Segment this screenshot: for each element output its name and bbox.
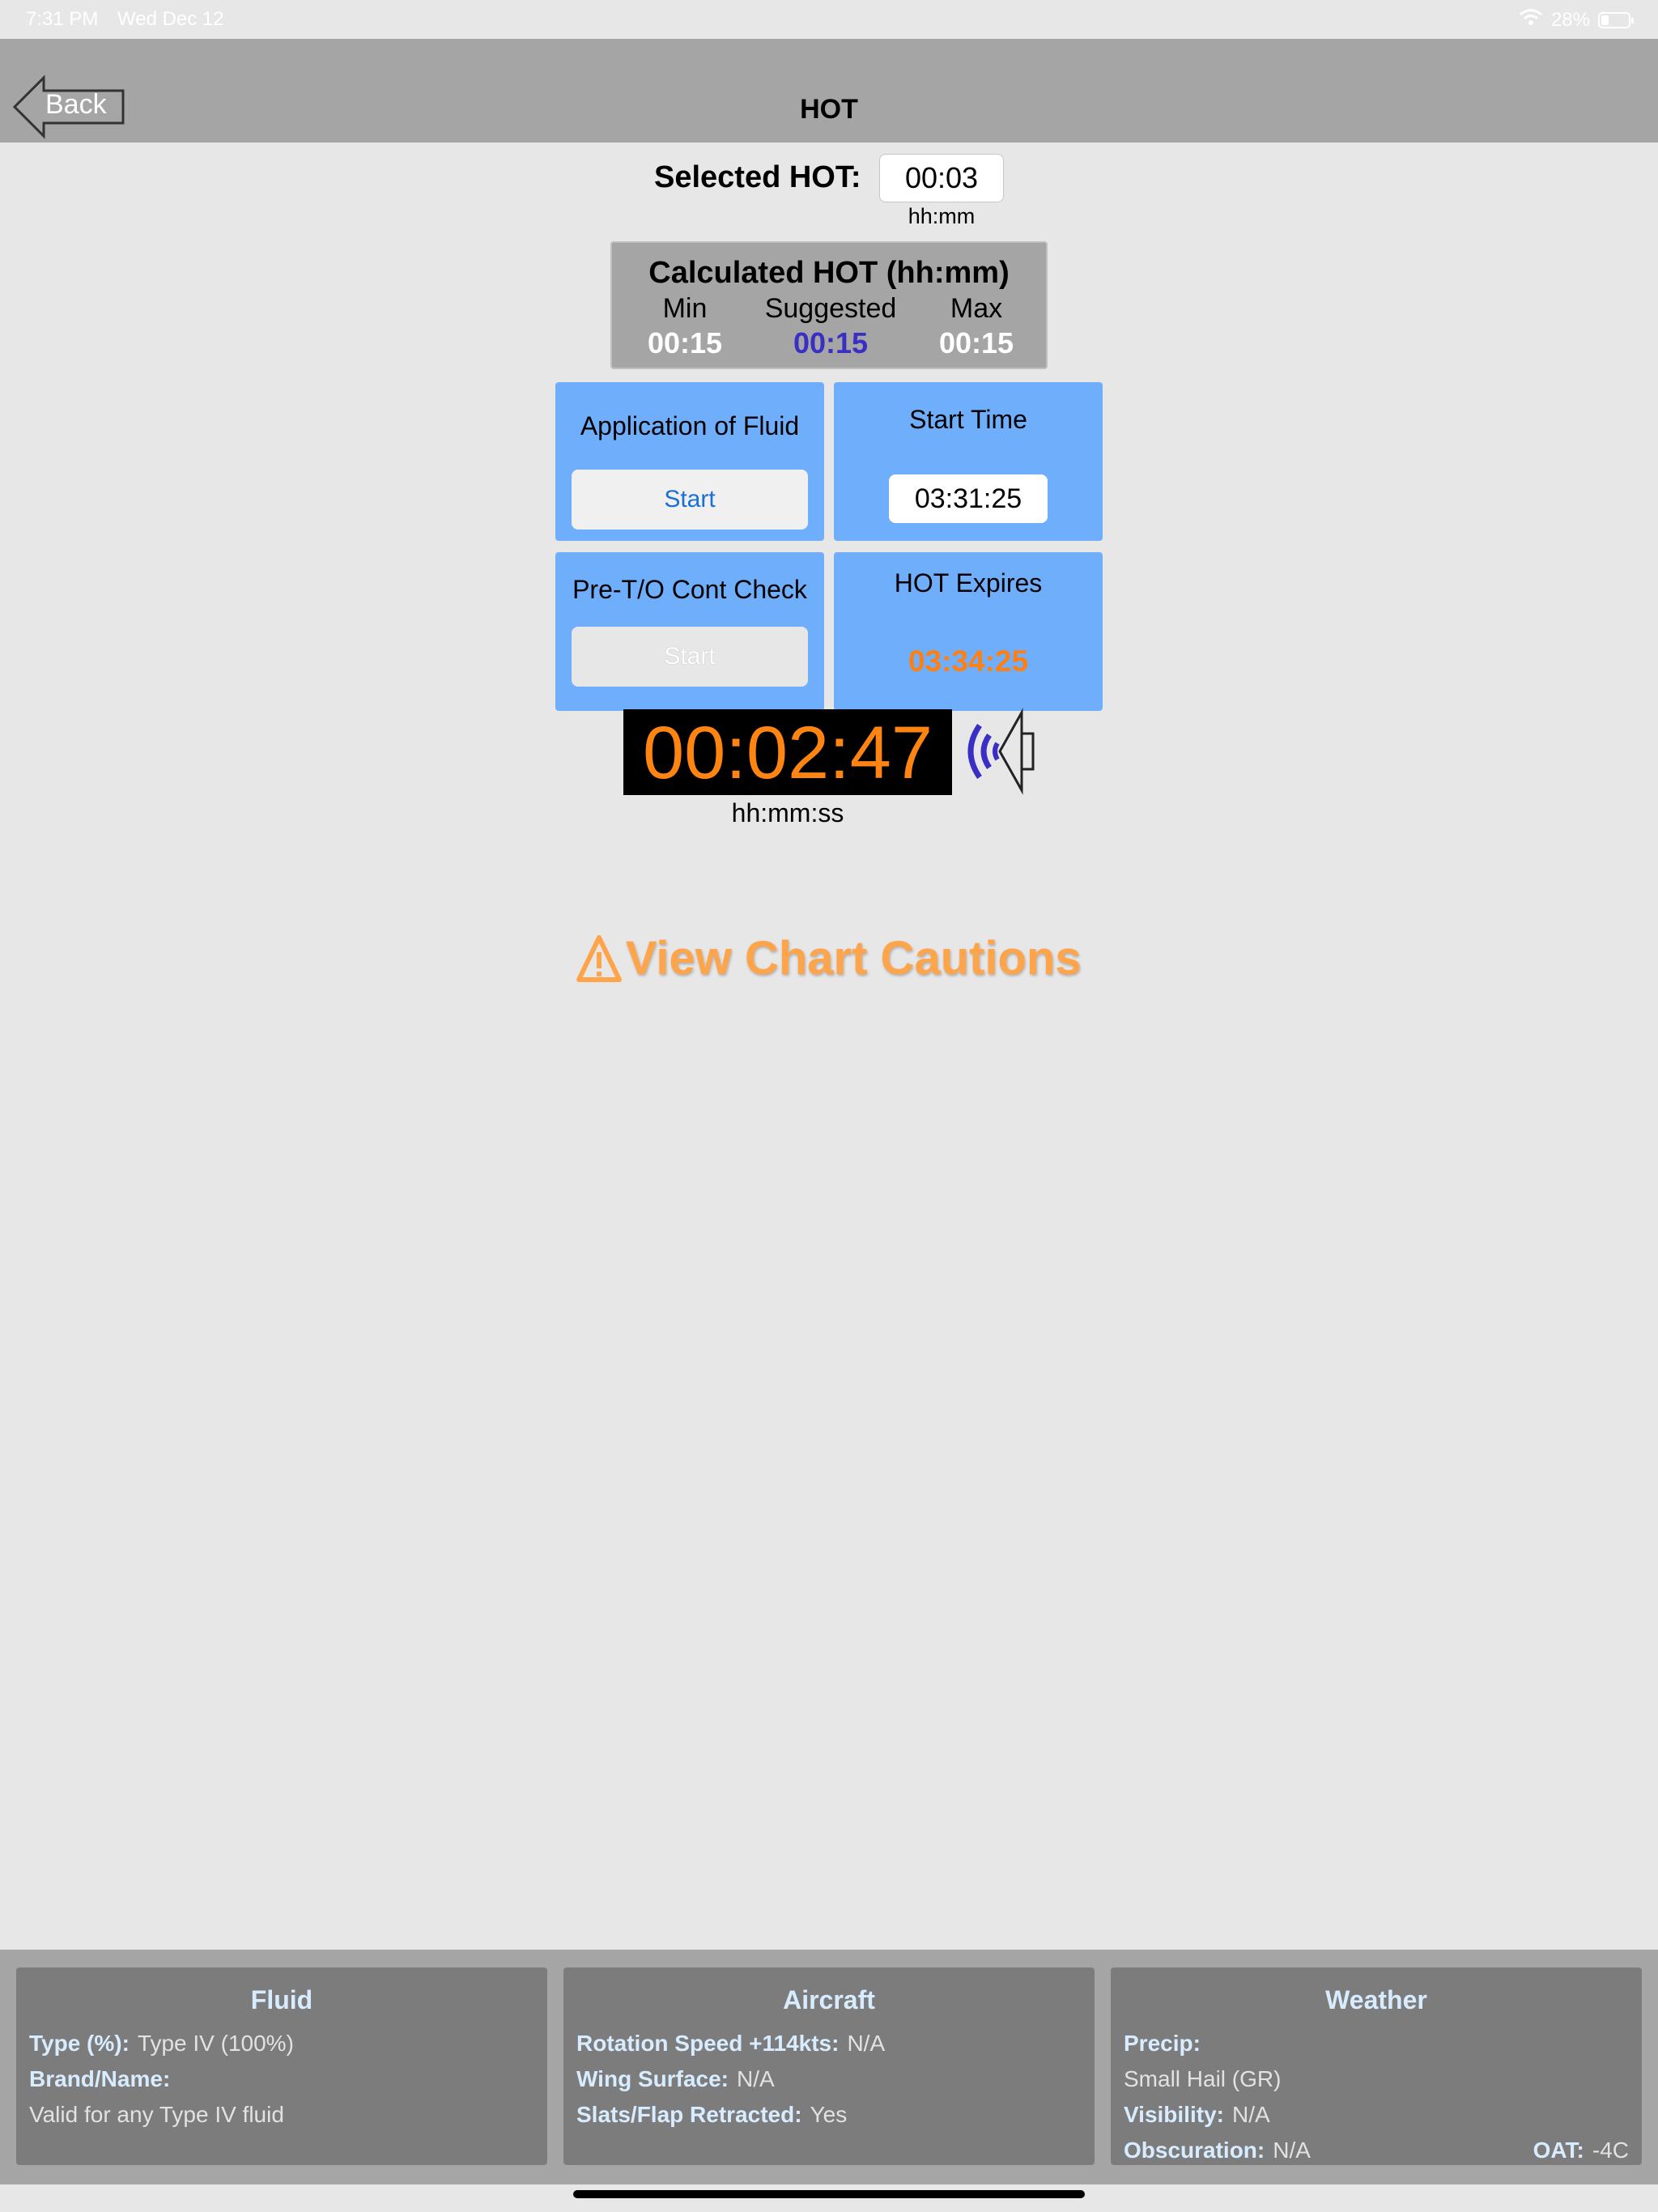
selected-hot-unit: hh:mm	[908, 204, 976, 228]
home-indicator[interactable]	[573, 2190, 1085, 2198]
calc-max: Max 00:15	[903, 293, 1049, 360]
summary-panels: Fluid Type (%): Type IV (100%) Brand/Name…	[0, 1950, 1658, 2184]
weather-precip-value: Small Hail (GR)	[1124, 2066, 1282, 2091]
calc-suggested: Suggested 00:15	[758, 293, 903, 360]
hot-expires-tile: HOT Expires 03:34:25	[834, 552, 1103, 711]
fluid-note-row: Valid for any Type IV fluid	[29, 2102, 534, 2128]
aircraft-wing-value: N/A	[737, 2066, 775, 2091]
aircraft-wing-key: Wing Surface:	[576, 2066, 729, 2091]
application-start-button[interactable]: Start	[572, 470, 808, 530]
hot-expires-label: HOT Expires	[894, 568, 1043, 598]
fluid-panel-title: Fluid	[250, 1985, 313, 2014]
fluid-brand-key: Brand/Name:	[29, 2066, 171, 2091]
weather-panel-title: Weather	[1325, 1985, 1427, 2014]
weather-precip-row: Precip:	[1124, 2031, 1629, 2057]
aircraft-rotation-row: Rotation Speed +114kts: N/A	[576, 2031, 1082, 2057]
calc-suggested-label: Suggested	[764, 293, 897, 324]
weather-precip-value-row: Small Hail (GR)	[1124, 2066, 1629, 2092]
selected-hot-label: Selected HOT:	[654, 160, 861, 194]
weather-panel: Weather Precip: Small Hail (GR) Visibili…	[1111, 1967, 1642, 2165]
warning-icon	[576, 934, 623, 982]
selected-hot-field[interactable]: 00:03	[879, 154, 1004, 202]
battery-fill	[1601, 15, 1609, 25]
pre-to-tile: Pre-T/O Cont Check Start	[555, 552, 824, 711]
battery-percent: 28%	[1550, 8, 1590, 31]
start-time-value: 03:31:25	[889, 474, 1048, 523]
fluid-panel: Fluid Type (%): Type IV (100%) Brand/Name…	[16, 1967, 547, 2165]
calc-min-value: 00:15	[647, 326, 723, 359]
nav-bar: Back HOT	[0, 39, 1658, 143]
start-time-label: Start Time	[909, 405, 1027, 434]
weather-visibility-row: Visibility: N/A	[1124, 2102, 1629, 2128]
fluid-type-row: Type (%): Type IV (100%)	[29, 2031, 534, 2057]
battery-icon	[1598, 11, 1634, 28]
pre-to-start-button[interactable]: Start	[572, 627, 808, 687]
status-date: Wed Dec 12	[117, 8, 224, 30]
status-bar: 7:31 PM Wed Dec 12 28%	[0, 0, 1658, 39]
weather-oat-value: -4C	[1592, 2138, 1629, 2163]
aircraft-wing-row: Wing Surface: N/A	[576, 2066, 1082, 2092]
aircraft-panel: Aircraft Rotation Speed +114kts: N/A Wing…	[563, 1967, 1095, 2165]
calc-suggested-value: 00:15	[793, 326, 869, 359]
fluid-note: Valid for any Type IV fluid	[29, 2102, 284, 2127]
calc-min-label: Min	[662, 293, 708, 324]
weather-oat-key: OAT:	[1533, 2138, 1584, 2163]
start-time-tile: Start Time 03:31:25	[834, 382, 1103, 541]
application-label: Application of Fluid	[580, 411, 800, 440]
calc-max-value: 00:15	[938, 326, 1014, 359]
hot-expires-value: 03:34:25	[908, 644, 1029, 678]
fluid-type-value: Type IV (100%)	[137, 2031, 294, 2056]
view-chart-cautions-label: View Chart Cautions	[625, 932, 1082, 985]
aircraft-slats-value: Yes	[810, 2102, 848, 2127]
aircraft-slats-row: Slats/Flap Retracted: Yes	[576, 2102, 1082, 2128]
speaker-icon[interactable]	[955, 706, 1036, 801]
timer-unit: hh:mm:ss	[731, 798, 844, 827]
page-title: HOT	[800, 94, 858, 125]
status-right: 28%	[1519, 8, 1634, 32]
aircraft-slats-key: Slats/Flap Retracted:	[576, 2102, 802, 2127]
status-time: 7:31 PM	[26, 8, 99, 30]
weather-visibility-key: Visibility:	[1124, 2102, 1224, 2127]
countdown-timer: 00:02:47	[623, 709, 952, 795]
wifi-icon	[1519, 8, 1543, 32]
application-tile: Application of Fluid Start	[555, 382, 824, 541]
weather-oat-row: OAT: -4C	[1124, 2138, 1629, 2163]
aircraft-rotation-key: Rotation Speed +114kts:	[576, 2031, 840, 2056]
aircraft-rotation-value: N/A	[847, 2031, 886, 2056]
calc-max-label: Max	[950, 293, 1003, 324]
aircraft-panel-title: Aircraft	[783, 1985, 875, 2014]
calculated-hot-box: Calculated HOT (hh:mm) Min 00:15 Suggest…	[610, 241, 1048, 369]
fluid-type-key: Type (%):	[29, 2031, 130, 2056]
view-chart-cautions-link[interactable]: View Chart Cautions	[0, 931, 1658, 985]
weather-precip-key: Precip:	[1124, 2031, 1201, 2056]
pre-to-label: Pre-T/O Cont Check	[572, 575, 807, 604]
calculated-hot-title: Calculated HOT (hh:mm)	[648, 256, 1010, 290]
weather-visibility-value: N/A	[1231, 2102, 1270, 2127]
fluid-brand-row: Brand/Name:	[29, 2066, 534, 2092]
calc-min: Min 00:15	[612, 293, 758, 360]
